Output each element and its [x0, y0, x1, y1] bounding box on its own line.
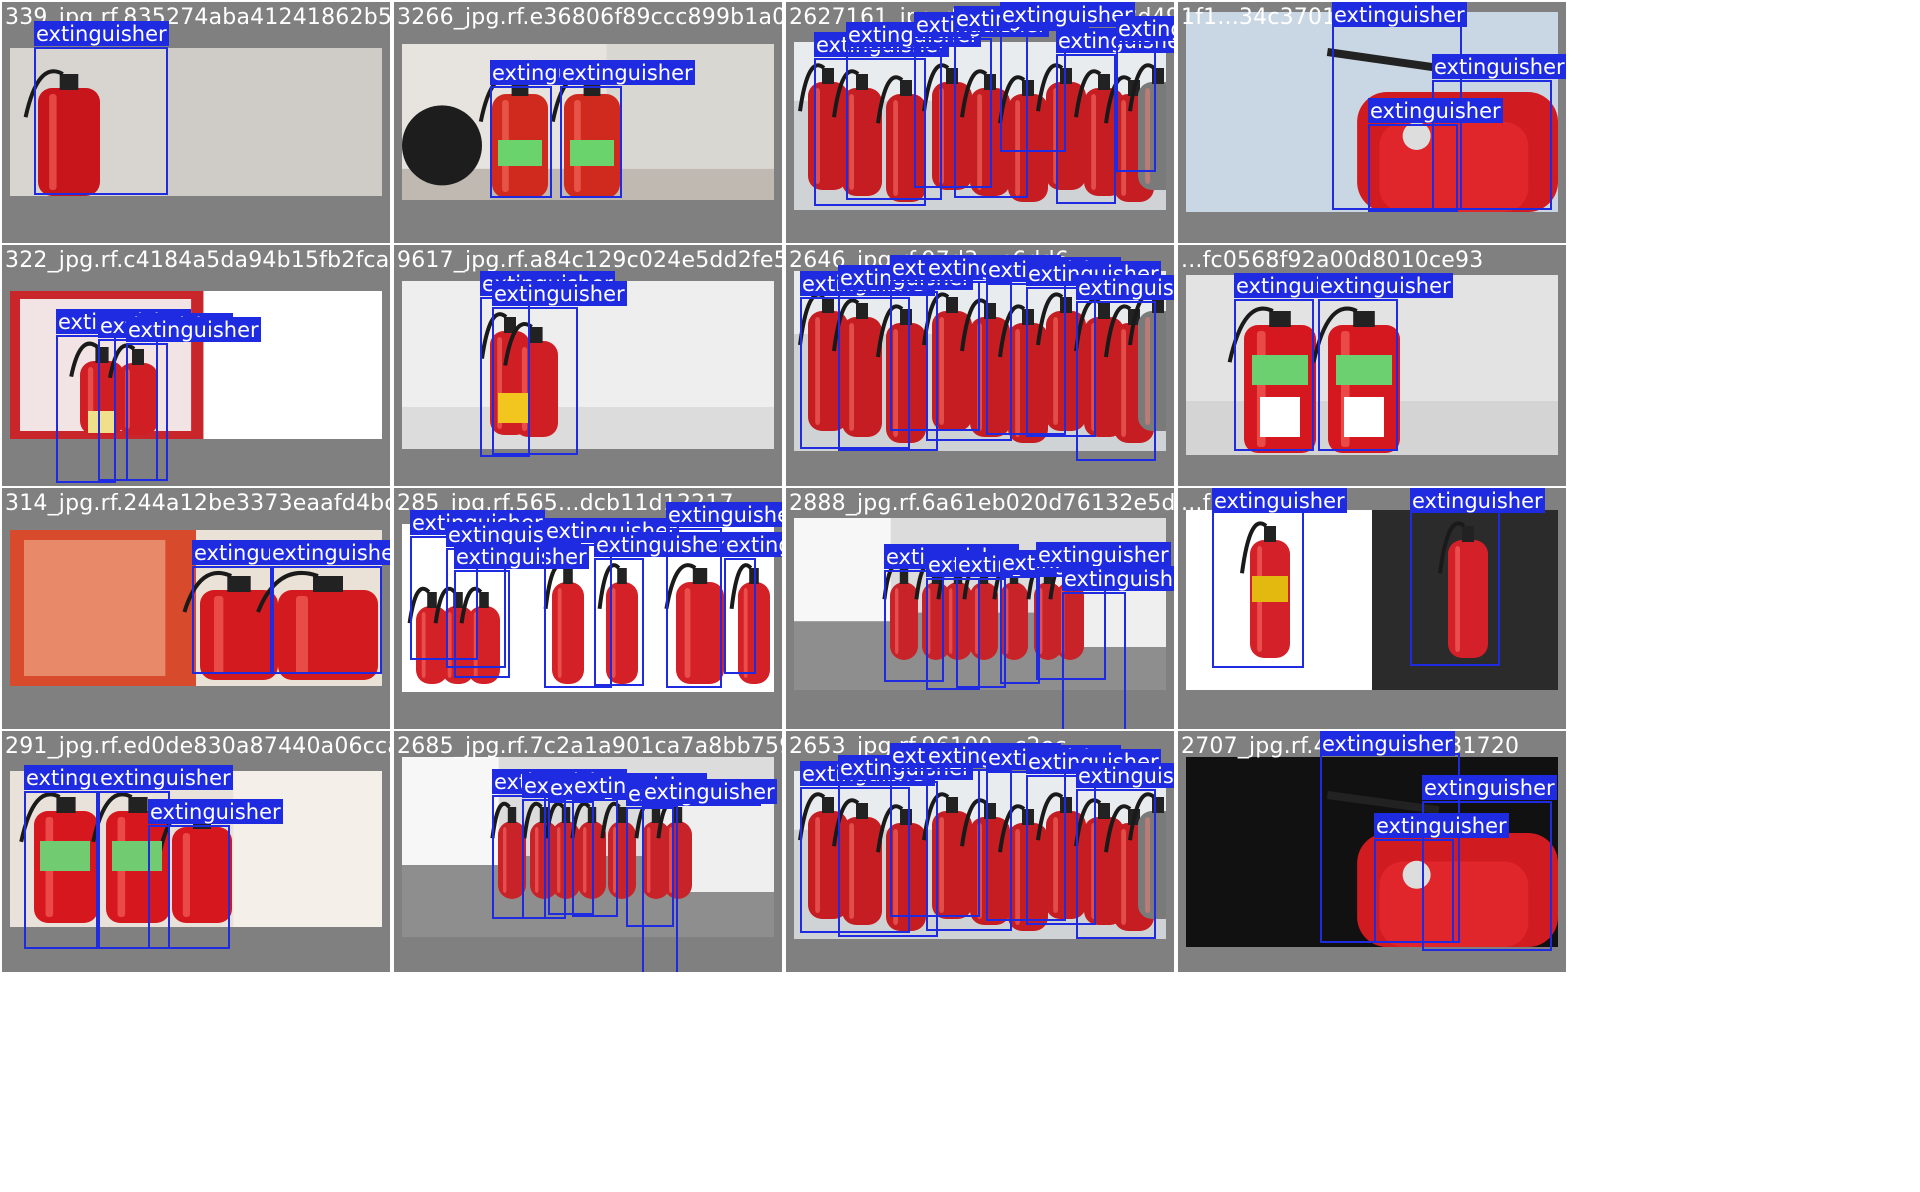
detection-box — [490, 86, 552, 198]
mosaic-tile: 2888_jpg.rf.6a61eb020d76132e5da...exting… — [786, 488, 1174, 729]
detection-box — [148, 825, 230, 949]
detection-box — [594, 558, 644, 686]
detection-label: extinguisher — [270, 540, 390, 565]
detection-box — [1076, 301, 1156, 461]
detection-label: extinguisher — [492, 281, 627, 306]
tile-filename: 314_jpg.rf.244a12be3373eaafd4bc... — [5, 491, 390, 516]
detection-box — [1374, 839, 1454, 943]
mosaic-tile: 314_jpg.rf.244a12be3373eaafd4bc...exting… — [2, 488, 390, 729]
detection-box — [1410, 510, 1500, 666]
detection-label: extinguisher — [560, 60, 695, 85]
mosaic-tile: 2646_jpg.rf.97d3...c6dd6...extinguishere… — [786, 245, 1174, 486]
mosaic-tile: 9617_jpg.rf.a84c129c024e5dd2fe5a... extin… — [394, 245, 782, 486]
detection-label: extinguisher — [1000, 2, 1135, 27]
tile-photo — [402, 281, 774, 449]
mosaic-tile: ...fc0568f92a00d8010ce93 extinguisher exti… — [1178, 245, 1566, 486]
mosaic-tile: 322_jpg.rf.c4184a5da94b15fb2fca...exting… — [2, 245, 390, 486]
detection-label: extinguisher — [642, 779, 777, 804]
detection-box — [1056, 54, 1116, 204]
tile-filename: 2685_jpg.rf.7c2a1a901ca7a8bb759... — [397, 734, 782, 759]
detection-label: extinguisher — [1410, 488, 1545, 513]
mosaic-tile: 285_jpg.rf.565...dcb11d12217... extinguis… — [394, 488, 782, 729]
mosaic-tile: 3266_jpg.rf.e36806f89ccc899b1a08a6ca1...… — [394, 2, 782, 243]
detection-label: extinguisher — [1318, 273, 1453, 298]
detection-box — [724, 558, 756, 674]
tile-filename: 3266_jpg.rf.e36806f89ccc899b1a08a6ca1... — [397, 5, 782, 30]
detection-box — [642, 805, 678, 972]
detection-label: extinguisher — [126, 317, 261, 342]
tile-filename: 322_jpg.rf.c4184a5da94b15fb2fca... — [5, 248, 390, 273]
detection-label: extinguisher — [666, 502, 782, 527]
detection-box — [270, 566, 382, 674]
tile-filename: 291_jpg.rf.ed0de830a87440a06cca... — [5, 734, 390, 759]
mosaic-tile: 291_jpg.rf.ed0de830a87440a06cca...exting… — [2, 731, 390, 972]
detection-box — [492, 307, 578, 455]
tile-filename: 2888_jpg.rf.6a61eb020d76132e5da... — [789, 491, 1174, 516]
detection-box — [192, 566, 274, 674]
detection-label: extinguisher — [724, 532, 782, 557]
tile-filename: 1f1...34c3701f — [1181, 5, 1345, 30]
detection-box — [572, 799, 618, 917]
detection-label: extinguisher — [1076, 275, 1174, 300]
detection-label: extinguisher — [1320, 731, 1455, 756]
detection-mosaic: 339_jpg.rf.835274aba41241862b5be2e9afd8.… — [0, 0, 1568, 973]
detection-box — [1076, 789, 1156, 939]
detection-label: extinguisher — [1422, 775, 1557, 800]
detection-box — [1212, 510, 1304, 668]
detection-box — [1116, 42, 1156, 172]
detection-box — [454, 570, 510, 678]
tile-filename: ...fc0568f92a00d8010ce93 — [1181, 248, 1484, 273]
mosaic-tile: 2627161_jpg.rf.4ca9d1...cd628d494df4f.d.… — [786, 2, 1174, 243]
detection-box — [560, 86, 622, 198]
detection-box — [24, 791, 98, 949]
detection-label: extinguisher — [1432, 54, 1566, 79]
detection-box — [956, 578, 1006, 688]
detection-label: extinguisher — [34, 21, 169, 46]
detection-label: extinguisher — [1062, 566, 1174, 591]
detection-label: extinguisher — [1116, 16, 1174, 41]
detection-box — [1368, 124, 1458, 212]
detection-box — [34, 47, 168, 195]
detection-label: extinguisher — [1212, 488, 1347, 513]
detection-box — [666, 528, 722, 688]
detection-label: extinguisher — [1076, 763, 1174, 788]
detection-label: extinguisher — [1332, 2, 1467, 27]
mosaic-tile: ...f12...5...extinguisherextinguisher — [1178, 488, 1566, 729]
detection-label: extinguisher — [1368, 98, 1503, 123]
detection-box — [126, 343, 168, 481]
mosaic-tile: 2707_jpg.rf.4396...a84231720extinguisher… — [1178, 731, 1566, 972]
mosaic-tile: 339_jpg.rf.835274aba41241862b5be2e9afd8.… — [2, 2, 390, 243]
detection-box — [1234, 299, 1314, 451]
detection-label: extinguisher — [1036, 542, 1171, 567]
detection-box — [1318, 299, 1398, 451]
mosaic-tile: 1f1...34c3701f extinguisher extinguisher ex… — [1178, 2, 1566, 243]
mosaic-tile: 2653_jpg.rf.96100...c2ec...extinguishere… — [786, 731, 1174, 972]
detection-box — [1062, 592, 1126, 729]
mosaic-tile: 2685_jpg.rf.7c2a1a901ca7a8bb759...exting… — [394, 731, 782, 972]
detection-box — [1000, 576, 1040, 684]
detection-label: extinguisher — [1374, 813, 1509, 838]
detection-label: extinguisher — [148, 799, 283, 824]
detection-label: extinguisher — [98, 765, 233, 790]
